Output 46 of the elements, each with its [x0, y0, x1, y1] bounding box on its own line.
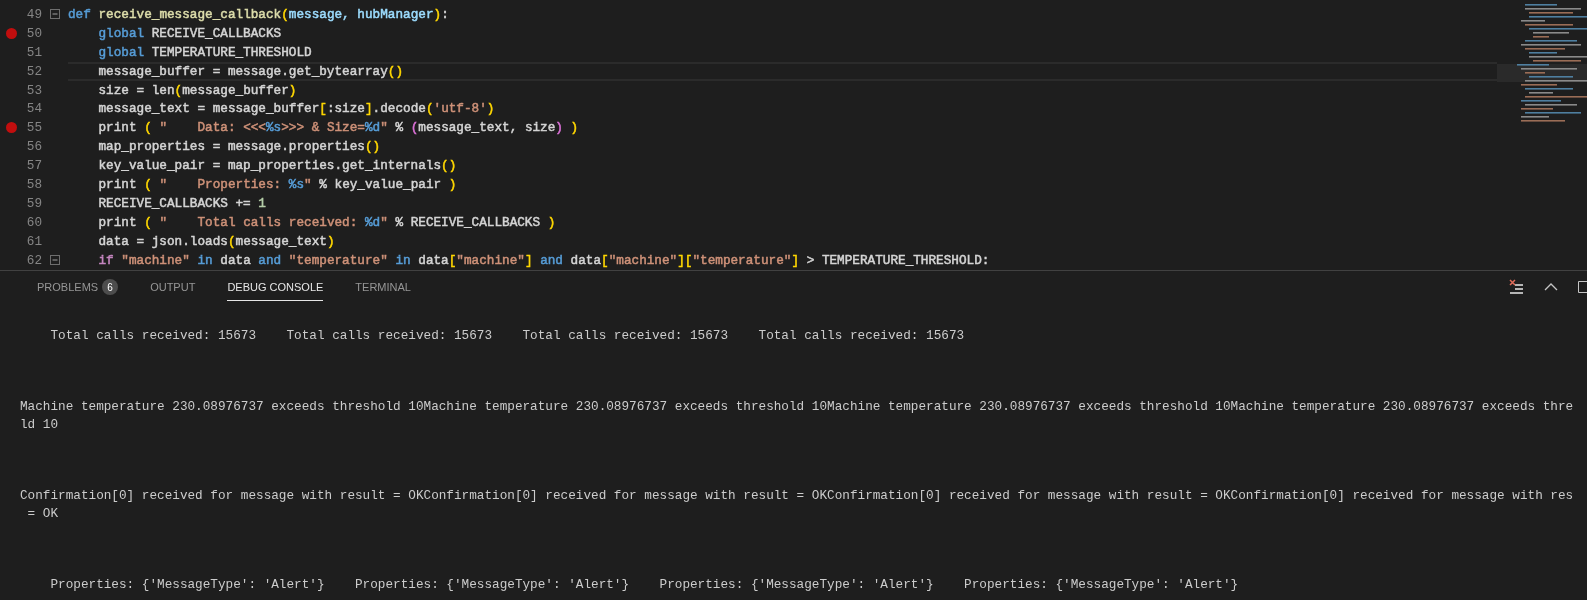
maximize-icon[interactable]	[1578, 281, 1587, 293]
code-line: global TEMPERATURE_THRESHOLD	[97, 44, 312, 60]
code-line: message_text = message_buffer[:size].decode('utf-8')	[97, 101, 495, 117]
code-line: message_buffer = message.get_bytearray()	[97, 63, 403, 79]
line-number: 58	[25, 176, 42, 192]
code-line: data = json.loads(message_text)	[97, 233, 335, 249]
line-number: 59	[25, 195, 42, 211]
code-line: if "machine" in data and "temperature" in data["machine"] and data["machine"]["temperature"] > TEMPERATURE_THRESHOLD:	[97, 252, 990, 268]
breakpoint-icon[interactable]	[5, 122, 17, 134]
line-number: 60	[25, 214, 42, 230]
code-line: print ( " Total calls received: %d" % RECEIVE_CALLBACKS )	[97, 214, 556, 230]
code-line: map_properties = message.properties()	[97, 139, 381, 155]
console-output-line: = OK	[26, 505, 60, 523]
line-number: 61	[25, 233, 42, 249]
line-number: 52	[25, 63, 42, 79]
line-number: 51	[25, 44, 42, 60]
panel-tab[interactable]: OUTPUT	[150, 273, 196, 301]
console-output-line: Machine temperature 230.08976737 exceeds threshold 10Machine temperature 230.08976737 exceeds threshold 10Machine temperature 230.08976737 exceeds threshold 10Machine temperature 230.08976737 exceeds thre	[20, 398, 1575, 416]
code-line: def receive_message_callback(message, hubManager):	[68, 6, 449, 22]
line-number: 57	[25, 158, 42, 174]
line-number: 50	[25, 25, 42, 41]
code-line: key_value_pair = map_properties.get_internals()	[97, 158, 457, 174]
line-number: 54	[25, 101, 42, 117]
code-line: global RECEIVE_CALLBACKS	[97, 25, 282, 41]
code-line: print ( " Data: <<<%s>>> & Size=%d" % (message_text, size) )	[97, 120, 579, 136]
code-line: print ( " Properties: %s" % key_value_pair )	[97, 176, 457, 192]
panel-tab[interactable]: DEBUG CONSOLE	[227, 273, 324, 301]
console-output-line: Properties: {'MessageType': 'Alert'} Properties: {'MessageType': 'Alert'} Properties: {'MessageType': 'Alert'} Properties: {'MessageType': 'Alert'}	[49, 576, 1240, 594]
console-output-line: ld 10	[20, 416, 60, 434]
line-number: 55	[25, 120, 42, 136]
clear-console-icon[interactable]	[1508, 279, 1524, 295]
panel-tab[interactable]: TERMINAL	[355, 273, 411, 301]
count-badge: 6	[102, 279, 119, 295]
code-line: RECEIVE_CALLBACKS += 1	[97, 195, 266, 211]
breakpoint-icon[interactable]	[5, 27, 17, 39]
console-output-line: Total calls received: 15673 Total calls received: 15673 Total calls received: 15673 Total calls received: 15673	[49, 327, 966, 345]
line-number: 53	[25, 82, 42, 98]
fold-icon[interactable]	[50, 255, 60, 265]
chevron-up-icon[interactable]	[1544, 282, 1558, 292]
line-number: 49	[25, 6, 42, 22]
fold-icon[interactable]	[50, 9, 60, 20]
console-output-line: Confirmation[0] received for message with result = OKConfirmation[0] received for message with result = OKConfirmation[0] received for message with result = OKConfirmation[0] received for message with res	[20, 487, 1575, 505]
code-line: size = len(message_buffer)	[97, 82, 297, 98]
line-number: 56	[25, 139, 42, 155]
line-number: 62	[25, 252, 42, 268]
panel-tab[interactable]: PROBLEMS 6	[37, 273, 119, 301]
